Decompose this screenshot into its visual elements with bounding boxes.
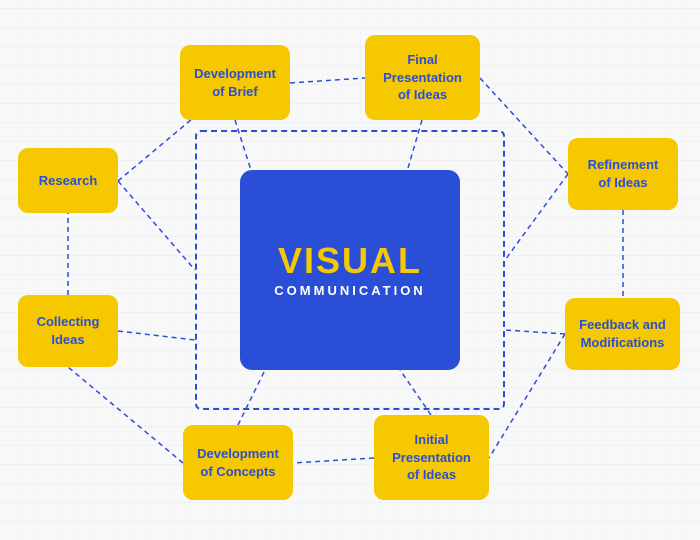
node-research-label: Research (39, 172, 98, 190)
center-box: VISUAL COMMUNICATION (240, 170, 460, 370)
diagram-container: VISUAL COMMUNICATION Research Developmen… (0, 0, 700, 540)
node-dev-concepts: Developmentof Concepts (183, 425, 293, 500)
node-refinement-label: Refinementof Ideas (588, 156, 659, 191)
node-feedback-label: Feedback andModifications (579, 316, 666, 351)
node-dev-brief: Developmentof Brief (180, 45, 290, 120)
node-collecting: CollectingIdeas (18, 295, 118, 367)
node-collecting-label: CollectingIdeas (37, 313, 100, 348)
visual-title: VISUAL (278, 243, 422, 279)
node-feedback: Feedback andModifications (565, 298, 680, 370)
node-refinement: Refinementof Ideas (568, 138, 678, 210)
node-initial-pres-label: InitialPresentationof Ideas (392, 431, 471, 484)
node-dev-brief-label: Developmentof Brief (194, 65, 276, 100)
node-final-pres: FinalPresentationof Ideas (365, 35, 480, 120)
visual-subtitle: COMMUNICATION (274, 283, 425, 298)
node-initial-pres: InitialPresentationof Ideas (374, 415, 489, 500)
node-dev-concepts-label: Developmentof Concepts (197, 445, 279, 480)
node-final-pres-label: FinalPresentationof Ideas (383, 51, 462, 104)
node-research: Research (18, 148, 118, 213)
